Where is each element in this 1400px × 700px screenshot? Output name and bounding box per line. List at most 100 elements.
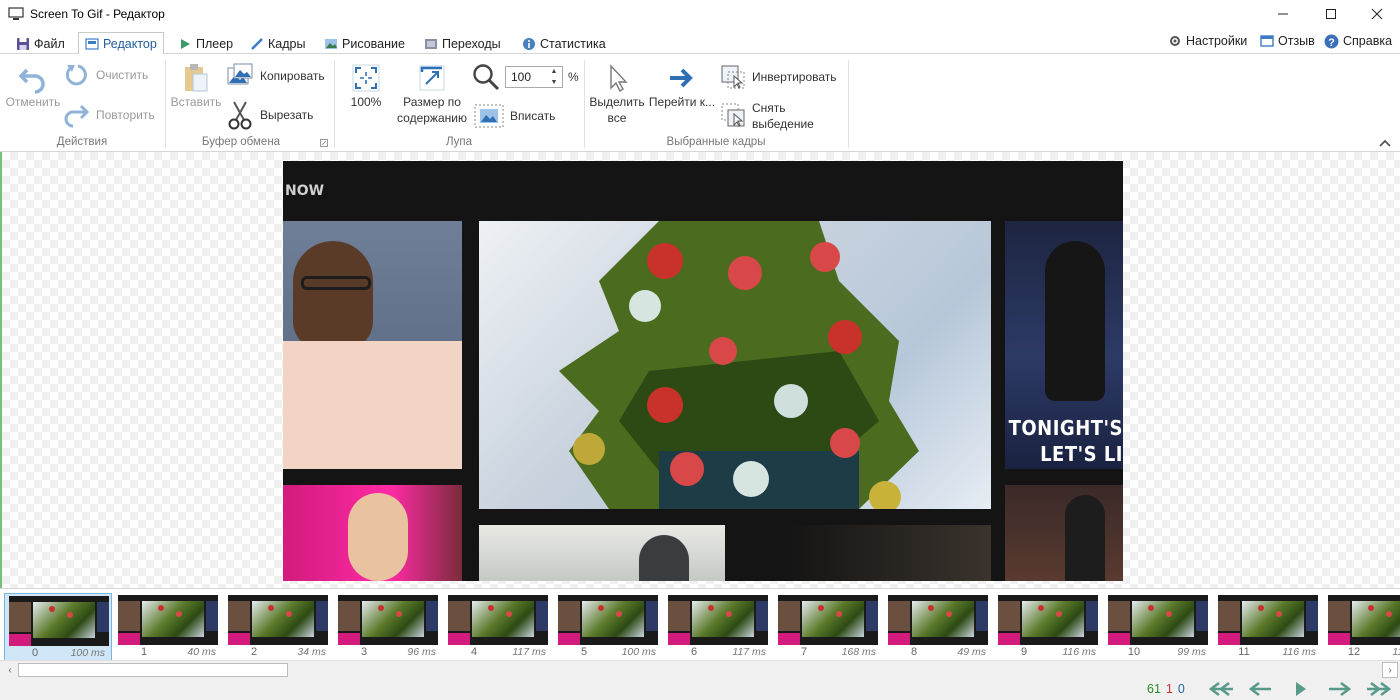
frame-preview[interactable]: NOW TONIGHT'S LET'S LI — [283, 161, 1123, 581]
zoom-100-button[interactable]: 100% — [340, 62, 392, 110]
frame-thumbnail[interactable]: 0 100 ms — [4, 593, 112, 661]
clipboard-group-label: Буфер обмена — [201, 136, 281, 148]
group-expand-icon[interactable] — [320, 139, 328, 147]
tab-transitions-label: Переходы — [442, 36, 501, 51]
zoom-spinner[interactable]: ▲ ▼ — [548, 68, 560, 86]
spin-up-icon[interactable]: ▲ — [551, 68, 558, 75]
close-button[interactable] — [1354, 0, 1400, 28]
frame-thumbnail[interactable]: 1 40 ms — [114, 593, 222, 661]
frame-number: 1 — [140, 646, 148, 658]
frame-thumbnail[interactable]: 9 116 ms — [994, 593, 1102, 661]
last-frame-icon[interactable] — [1365, 680, 1395, 698]
next-frame-icon[interactable] — [1325, 680, 1355, 698]
thumb-tile — [558, 633, 580, 645]
thumb-ornament — [286, 611, 292, 617]
fit-content-label-1: Размер по — [403, 95, 461, 109]
cut-button[interactable]: Вырезать — [226, 100, 313, 130]
scroll-left-icon[interactable]: ‹ — [2, 662, 18, 678]
undo-button[interactable]: Отменить — [4, 62, 62, 110]
reset-icon — [65, 64, 87, 86]
frame-number: 7 — [800, 646, 808, 658]
zoom-100-label: 100% — [350, 95, 382, 109]
frame-duration: 96 ms — [407, 646, 436, 658]
thumb-tile — [362, 601, 424, 637]
tab-statistics[interactable]: Статистика — [516, 32, 612, 55]
frame-thumbnail[interactable]: 5 100 ms — [554, 593, 662, 661]
spin-down-icon[interactable]: ▼ — [551, 79, 558, 86]
frame-duration: 34 ms — [297, 646, 326, 658]
scroll-right-icon[interactable]: › — [1382, 662, 1398, 678]
tab-player[interactable]: Плеер — [172, 32, 239, 55]
frame-number: 9 — [1020, 646, 1028, 658]
redo-button[interactable]: Повторить — [64, 102, 155, 128]
frame-thumbnail-image — [888, 595, 988, 645]
frame-thumbnail[interactable]: 8 49 ms — [884, 593, 992, 661]
scroll-thumb[interactable] — [18, 663, 288, 677]
select-all-button[interactable]: Выделить все — [588, 62, 646, 126]
frame-thumbnail[interactable]: 12 116 ms — [1324, 593, 1400, 661]
previous-frame-icon[interactable] — [1245, 680, 1275, 698]
deselect-button[interactable]: Снять выбедение — [720, 100, 814, 132]
frame-duration: 49 ms — [957, 646, 986, 658]
window-title: Screen To Gif - Редактор — [30, 7, 165, 21]
frame-thumbnail[interactable]: 7 168 ms — [774, 593, 882, 661]
copy-button[interactable]: Копировать — [226, 62, 325, 90]
frame-thumbnail[interactable]: 3 96 ms — [334, 593, 442, 661]
play-frame-icon[interactable] — [1285, 680, 1315, 698]
thumb-tile — [998, 601, 1020, 631]
frame-duration: 116 ms — [1062, 646, 1096, 658]
fit-content-label-2: содержанию — [397, 111, 467, 125]
maximize-button[interactable] — [1308, 0, 1354, 28]
cut-label: Вырезать — [260, 108, 314, 122]
thumb-tile — [472, 601, 534, 637]
tonight-caption: TONIGHT'S LET'S LI — [1005, 415, 1123, 467]
tab-file[interactable]: Файл — [10, 32, 71, 55]
tab-frames[interactable]: Кадры — [244, 32, 311, 55]
fit-content-button[interactable]: Размер по содержанию — [394, 62, 470, 126]
thumb-ornament — [836, 611, 842, 617]
thumb-tile — [1328, 633, 1350, 645]
invert-selection-button[interactable]: Инвертировать — [720, 64, 837, 90]
thumb-ornament — [1386, 611, 1392, 617]
help-link[interactable]: ? Справка — [1324, 32, 1392, 50]
reset-label: Очистить — [96, 68, 149, 82]
undo-label: Отменить — [5, 95, 61, 109]
feedback-link[interactable]: Отзыв — [1260, 32, 1315, 50]
now-text: NOW — [285, 183, 325, 199]
zoom-input-box: ▲ ▼ — [505, 66, 563, 88]
tab-editor-label: Редактор — [103, 36, 157, 51]
thumb-tile — [1108, 633, 1130, 645]
thumb-ornament — [176, 611, 182, 617]
thumb-tile — [1196, 601, 1208, 631]
tree-illustration — [559, 221, 919, 509]
frame-thumbnail[interactable]: 2 34 ms — [224, 593, 332, 661]
minimize-button[interactable] — [1260, 0, 1306, 28]
first-frame-icon[interactable] — [1205, 680, 1235, 698]
frame-thumbnail-image — [118, 595, 218, 645]
tab-editor[interactable]: Редактор — [78, 32, 164, 55]
thumb-ornament — [1056, 611, 1062, 617]
frame-thumbnail-image — [338, 595, 438, 645]
thumb-ornament — [506, 611, 512, 617]
fit-content-icon — [419, 65, 445, 91]
tab-drawing[interactable]: Рисование — [318, 32, 411, 55]
horizontal-scrollbar[interactable]: ‹ › — [0, 660, 1400, 678]
zoom-input[interactable] — [506, 67, 544, 87]
frame-thumbnail[interactable]: 11 116 ms — [1214, 593, 1322, 661]
thumb-tile — [252, 601, 314, 637]
frame-thumbnail[interactable]: 10 99 ms — [1104, 593, 1212, 661]
fit-window-button[interactable]: Вписать — [474, 104, 555, 128]
thumb-ornament — [1038, 605, 1044, 611]
person-shape — [348, 493, 408, 581]
thumb-tile — [1306, 601, 1318, 631]
tab-transitions[interactable]: Переходы — [418, 32, 507, 55]
frame-strip[interactable]: 0 100 ms 1 40 ms 2 34 ms 3 96 ms 4 117 ms 5 100 ms 6… — [0, 588, 1400, 661]
thumb-tile — [582, 601, 644, 637]
reset-button[interactable]: Очистить — [64, 62, 148, 88]
settings-link[interactable]: Настройки — [1168, 32, 1247, 50]
collapse-ribbon-icon[interactable] — [1378, 138, 1392, 148]
paste-button[interactable]: Вставить — [168, 62, 224, 110]
frame-thumbnail[interactable]: 6 117 ms — [664, 593, 772, 661]
goto-button[interactable]: Перейти к... — [646, 62, 718, 110]
frame-thumbnail[interactable]: 4 117 ms — [444, 593, 552, 661]
